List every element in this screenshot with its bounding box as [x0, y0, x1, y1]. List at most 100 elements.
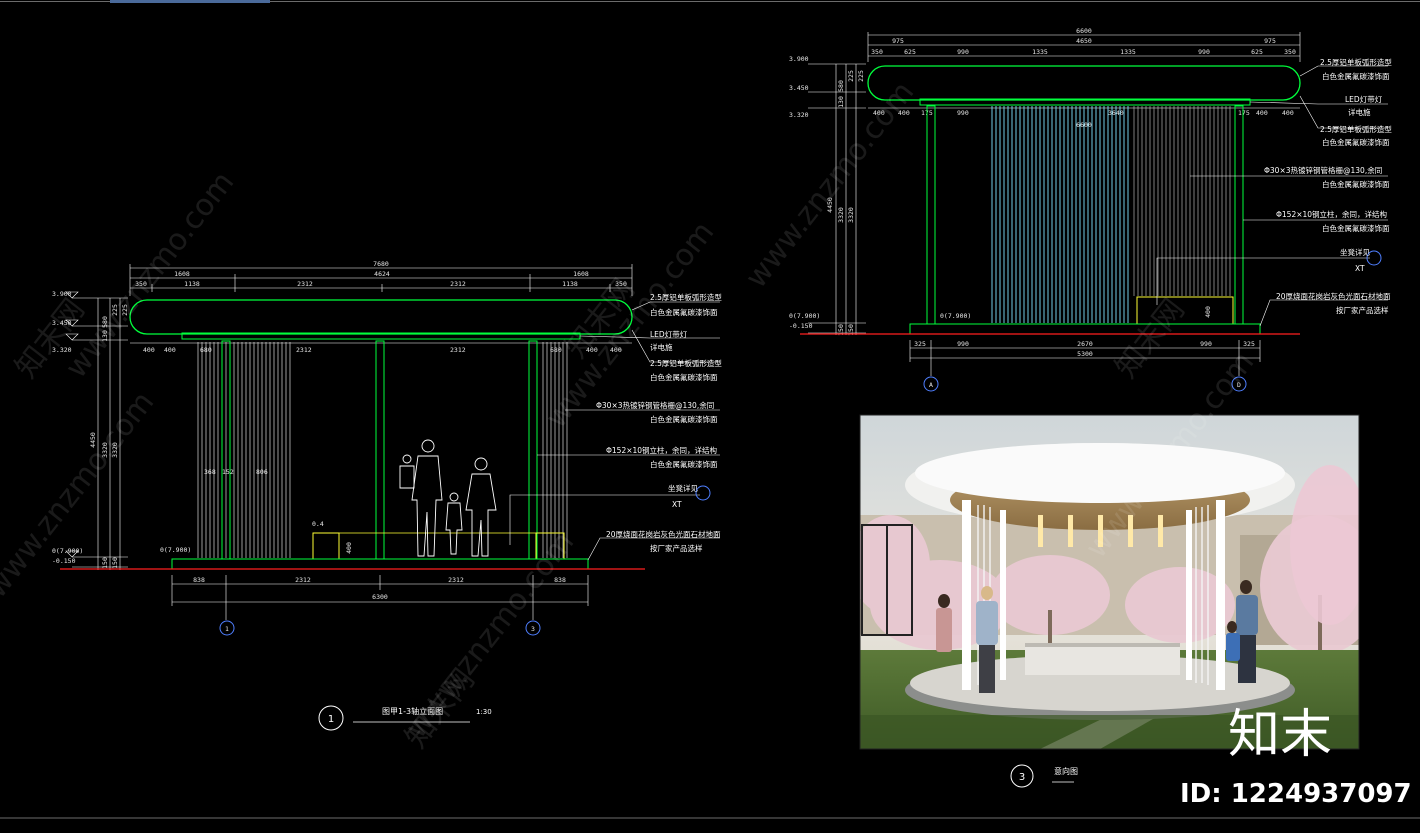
- inner-dim: 152: [222, 468, 234, 476]
- steel-column: [528, 340, 538, 560]
- top-seg-dim: 975: [1264, 37, 1276, 45]
- inner-dim: 368: [204, 468, 216, 476]
- note-text: 20厚烧面花岗岩灰色光面石材地面: [606, 529, 721, 539]
- vertical-dim: 580: [837, 80, 845, 92]
- steel-column: [926, 105, 936, 325]
- note-text: Φ152×10钢立柱，余同，详结构: [606, 445, 718, 455]
- steel-grille-left: [197, 342, 291, 558]
- bottom-dim: 990: [957, 340, 969, 348]
- top-sub-dim: 350: [871, 48, 883, 56]
- note-text: 坐凳详见: [1340, 247, 1370, 257]
- elevation-drawing-2: 6600 975 4650 975 350 625 990 1335 1335 …: [789, 27, 1392, 392]
- axis-label: A: [929, 381, 933, 389]
- top-sub-dim: 990: [957, 48, 969, 56]
- canopy-roof: [867, 65, 1301, 101]
- brand-logo: 知末: [1228, 705, 1332, 765]
- note-text: 白色金属氟碳漆饰面: [650, 459, 718, 469]
- level-label: 3.450: [789, 84, 809, 92]
- under-roof-dim: 400: [1256, 109, 1268, 117]
- under-roof-dim: 400: [164, 346, 176, 354]
- bottom-dim: 2312: [448, 576, 464, 584]
- under-roof-dim: 175: [1238, 109, 1250, 117]
- vertical-dim: 150: [101, 557, 109, 569]
- under-roof-dim: 680: [550, 346, 562, 354]
- top-sub-dim: 350: [1284, 48, 1296, 56]
- bottom-dim: 838: [193, 576, 205, 584]
- rendering-image: [860, 415, 1359, 749]
- top-seg-dim: 1608: [573, 270, 589, 278]
- note-text: Φ152×10钢立柱，余同，详结构: [1276, 209, 1388, 219]
- note-text: 20厚烧面花岗岩灰色光面石材地面: [1276, 291, 1391, 301]
- frame-top-tab: [110, 0, 270, 3]
- cad-drawing-canvas: 7680 1608 4624 1608 350 1138 2312 2312 1…: [0, 0, 1420, 819]
- bench-height: 400: [1204, 306, 1212, 318]
- vertical-dim: 225: [857, 70, 865, 82]
- top-sub-dim: 625: [904, 48, 916, 56]
- ground-slab: [909, 323, 1261, 335]
- top-sub-dim: 1138: [562, 280, 578, 288]
- bench-label: 0.4: [312, 520, 324, 528]
- bottom-total-dim: 6300: [372, 593, 388, 601]
- top-sub-dim: 1138: [184, 280, 200, 288]
- vertical-dim: 3320: [837, 207, 845, 223]
- people-figures: [399, 439, 497, 557]
- detail-ref: XT: [672, 500, 682, 509]
- note-text: Φ30×3热镀锌钢管格栅@130,余同: [1264, 165, 1382, 175]
- level-label: 0(7.900): [789, 312, 820, 320]
- level-label: 3.320: [789, 111, 809, 119]
- ground-level: 0(7.900): [940, 312, 971, 320]
- axis-label: 3: [531, 625, 535, 633]
- top-dimension-lines: [129, 264, 633, 296]
- level-label: 3.900: [789, 55, 809, 63]
- bench-height: 400: [345, 542, 353, 554]
- canopy-roof: [129, 299, 633, 335]
- under-roof-dim: 990: [957, 109, 969, 117]
- top-total-dim: 6600: [1076, 27, 1092, 35]
- note-text: Φ30×3热镀锌钢管格栅@130,余同: [596, 400, 714, 410]
- bottom-total-dim: 5300: [1077, 350, 1093, 358]
- detail-ref: XT: [1355, 264, 1365, 273]
- steel-column: [375, 340, 385, 560]
- under-roof-dim: 400: [1282, 109, 1294, 117]
- note-text: 2.5厚铝单板弧形造型: [1320, 57, 1392, 67]
- top-sub-dim: 990: [1198, 48, 1210, 56]
- note-text: 按厂家产品选样: [650, 543, 703, 553]
- top-total-dim: 7680: [373, 260, 389, 268]
- top-sub-dim: 625: [1251, 48, 1263, 56]
- rendering-number: 3: [1019, 772, 1025, 783]
- top-sub-dim: 2312: [297, 280, 313, 288]
- drawing-scale: 1:30: [476, 708, 492, 716]
- steel-grille-centre: [991, 106, 1231, 323]
- bottom-dim: 2312: [295, 576, 311, 584]
- steel-column: [1234, 105, 1244, 325]
- axis-label: 1: [225, 625, 229, 633]
- note-text: 坐凳详见: [668, 483, 698, 493]
- bottom-dim: 325: [1243, 340, 1255, 348]
- note-text: 白色金属氟碳漆饰面: [1322, 179, 1390, 189]
- note-text: 白色金属氟碳漆饰面: [1322, 137, 1390, 147]
- note-text: 详电施: [1348, 107, 1371, 117]
- under-roof-dim: 400: [143, 346, 155, 354]
- vertical-dim: 3320: [847, 207, 855, 223]
- top-sub-dim: 2312: [450, 280, 466, 288]
- note-text: 白色金属氟碳漆饰面: [650, 414, 718, 424]
- note-text: 详电施: [650, 342, 673, 352]
- vertical-dim: 150: [111, 557, 119, 569]
- inner-dim: 806: [256, 468, 268, 476]
- note-text: 白色金属氟碳漆饰面: [650, 372, 718, 382]
- bottom-dim: 325: [914, 340, 926, 348]
- top-seg-dim: 975: [892, 37, 904, 45]
- note-text: LED灯带灯: [1345, 94, 1383, 104]
- vertical-dim: 225: [847, 70, 855, 82]
- note-text: 白色金属氟碳漆饰面: [1322, 71, 1390, 81]
- note-text: 白色金属氟碳漆饰面: [1322, 223, 1390, 233]
- top-sub-dim: 1335: [1120, 48, 1136, 56]
- watermark: www.znzmo.com: [0, 385, 161, 605]
- drawing-2-notes: 2.5厚铝单板弧形造型 白色金属氟碳漆饰面 LED灯带灯 详电施 2.5厚铝单板…: [1264, 57, 1392, 315]
- ground-level: 0(7.900): [160, 546, 191, 554]
- steel-grille-right: [542, 342, 568, 558]
- top-seg-dim: 4624: [374, 270, 390, 278]
- drawing-number: 1: [328, 714, 334, 725]
- level-label: -0.150: [52, 557, 76, 565]
- note-text: 2.5厚铝单板弧形造型: [1320, 124, 1392, 134]
